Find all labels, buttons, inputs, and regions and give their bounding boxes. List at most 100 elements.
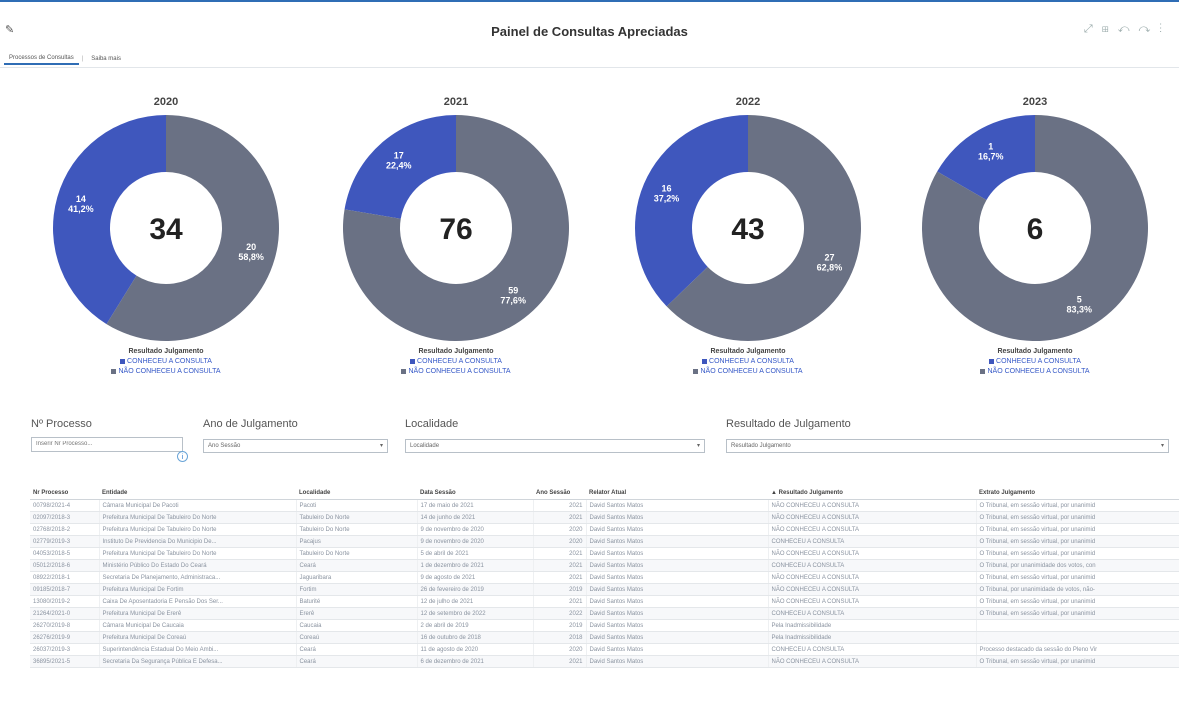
- table-cell: David Santos Matos: [586, 655, 769, 668]
- table-cell: O Tribunal, em sessão virtual, por unani…: [976, 655, 1179, 668]
- column-header[interactable]: Ano Sessão: [533, 486, 586, 500]
- table-cell: O Tribunal, por unanimidade dos votos, c…: [976, 559, 1179, 572]
- table-cell: Prefeitura Municipal De Coreaú: [99, 631, 297, 644]
- table-row[interactable]: 13080/2019-2 Caixa De Aposentadoria E Pen…: [30, 595, 1179, 608]
- table-cell: Pela Inadmissibilidade: [768, 619, 977, 632]
- grid-icon[interactable]: ⊞: [1102, 23, 1118, 35]
- table-row[interactable]: 04053/2018-5 Prefeitura Municipal De Tabu…: [30, 547, 1179, 560]
- legend-item-conheceu[interactable]: CONHECEU A CONSULTA: [326, 357, 586, 367]
- table-cell: O Tribunal, em sessão virtual, por unani…: [976, 547, 1179, 560]
- table-row[interactable]: 02097/2018-3 Prefeitura Municipal De Tabu…: [30, 511, 1179, 524]
- legend-swatch: [111, 368, 117, 374]
- table-row[interactable]: 26037/2019-3 Superintendência Estadual Do…: [30, 643, 1179, 656]
- column-header[interactable]: Localidade: [296, 486, 417, 500]
- table-cell: 12 de setembro de 2022: [417, 607, 534, 620]
- table-header-row: Nr Processo Entidade Localidade Data Ses…: [30, 486, 1179, 500]
- table-cell: 21264/2021-0: [30, 607, 100, 620]
- table-cell: Pacajus: [296, 535, 418, 548]
- slice-conheceu[interactable]: [635, 115, 748, 307]
- table-cell: CONHECEU A CONSULTA: [768, 559, 977, 572]
- legend-item-nao-conheceu[interactable]: NÃO CONHECEU A CONSULTA: [36, 367, 296, 377]
- table-cell: NÃO CONHECEU A CONSULTA: [768, 523, 977, 536]
- legend-label: NÃO CONHECEU A CONSULTA: [408, 368, 511, 375]
- resultado-select[interactable]: Resultado Julgamento ▾: [726, 439, 1169, 453]
- tab-processos[interactable]: Processos de Consultas: [4, 53, 79, 65]
- legend-item-nao-conheceu[interactable]: NÃO CONHECEU A CONSULTA: [618, 367, 878, 377]
- table-cell: David Santos Matos: [586, 559, 769, 572]
- legend-item-conheceu[interactable]: CONHECEU A CONSULTA: [36, 357, 296, 367]
- legend-label: CONHECEU A CONSULTA: [127, 358, 212, 365]
- donut-chart-2021: 2021 17 22,4% 59 77,6% 76 Resultado Julgamen…: [326, 88, 586, 398]
- legend-title: Resultado Julgamento: [418, 348, 494, 355]
- legend-item-nao-conheceu[interactable]: NÃO CONHECEU A CONSULTA: [905, 367, 1165, 377]
- table-row[interactable]: 36895/2021-5 Secretaria Da Segurança Públ…: [30, 655, 1179, 668]
- legend-label: CONHECEU A CONSULTA: [996, 358, 1081, 365]
- table-row[interactable]: 08922/2018-1 Secretaria De Planejamento, …: [30, 571, 1179, 584]
- table-cell: 11 de agosto de 2020: [417, 643, 534, 656]
- table-cell: 26037/2019-3: [30, 643, 100, 656]
- table-cell: 36895/2021-5: [30, 655, 100, 668]
- donut-total: 6: [1027, 213, 1044, 246]
- expand-icon[interactable]: ⤢: [1084, 23, 1102, 35]
- chart-title: 2023: [1022, 96, 1048, 108]
- donut-svg: 16 37,2% 27 62,8% 43: [635, 115, 861, 341]
- table-row[interactable]: 02768/2018-2 Prefeitura Municipal De Tabu…: [30, 523, 1179, 536]
- table-cell: Caixa De Aposentadoria E Pensão Dos Ser.…: [99, 595, 297, 608]
- table-cell: O Tribunal, em sessão virtual, por unani…: [976, 595, 1179, 608]
- chevron-down-icon: ▾: [379, 443, 383, 449]
- undo-icon[interactable]: ↶: [1118, 23, 1139, 35]
- toolbar: ⤢⊞↶↷⋮: [1084, 23, 1171, 36]
- column-header[interactable]: Entidade: [99, 486, 296, 500]
- table-row[interactable]: 00798/2021-4 Câmara Municipal De Pacoti Pa…: [30, 499, 1179, 512]
- table-cell: David Santos Matos: [586, 607, 769, 620]
- column-header[interactable]: Data Sessão: [417, 486, 533, 500]
- table-cell: 2018: [533, 631, 587, 644]
- processo-search-input[interactable]: [31, 437, 183, 452]
- column-header-label: Resultado Julgamento: [778, 489, 843, 496]
- table-cell: Tabuleiro Do Norte: [296, 523, 418, 536]
- table-row[interactable]: 26276/2019-9 Prefeitura Municipal De Core…: [30, 631, 1179, 644]
- legend-item-conheceu[interactable]: CONHECEU A CONSULTA: [618, 357, 878, 367]
- table-cell: O Tribunal, por unanimidade de votos, nã…: [976, 583, 1179, 596]
- table-row[interactable]: 02779/2019-3 Instituto De Previdencia Do …: [30, 535, 1179, 548]
- table-cell: CONHECEU A CONSULTA: [768, 535, 977, 548]
- legend-item-nao-conheceu[interactable]: NÃO CONHECEU A CONSULTA: [326, 367, 586, 377]
- legend-swatch: [702, 358, 708, 364]
- table-cell: 2021: [533, 571, 587, 584]
- top-accent-line: [0, 0, 1179, 2]
- table-cell: David Santos Matos: [586, 643, 769, 656]
- resultado-select-value: Resultado Julgamento: [731, 443, 791, 449]
- table-cell: O Tribunal, em sessão virtual, por unani…: [976, 523, 1179, 536]
- more-icon[interactable]: ⋮: [1159, 23, 1171, 35]
- donut-svg: 1 16,7% 5 83,3% 6: [922, 115, 1148, 341]
- column-header[interactable]: ▲ Resultado Julgamento: [768, 486, 976, 500]
- table-cell: 04053/2018-5: [30, 547, 100, 560]
- slice-value: 5: [1077, 295, 1082, 305]
- slice-value: 20: [246, 242, 256, 252]
- column-header[interactable]: Extrato Julgamento: [976, 486, 1179, 500]
- table-cell: 9 de novembro de 2020: [417, 535, 534, 548]
- donut-chart-2023: 2023 1 16,7% 5 83,3% 6 Resultado Julgamento …: [905, 88, 1165, 398]
- table-cell: 12 de julho de 2021: [417, 595, 534, 608]
- table-cell: 2020: [533, 535, 587, 548]
- table-cell: 05012/2018-6: [30, 559, 100, 572]
- table-cell: 5 de abril de 2021: [417, 547, 534, 560]
- table-cell: [976, 631, 1179, 644]
- table-row[interactable]: 26270/2019-8 Câmara Municipal De Caucaia C…: [30, 619, 1179, 632]
- tab-saiba-mais[interactable]: Saiba mais: [86, 54, 126, 64]
- table-row[interactable]: 05012/2018-6 Ministério Público Do Estado…: [30, 559, 1179, 572]
- legend-title: Resultado Julgamento: [997, 348, 1073, 355]
- slice-value: 14: [76, 194, 86, 204]
- table-cell: Prefeitura Municipal De Ererê: [99, 607, 297, 620]
- column-header[interactable]: Relator Atual: [586, 486, 768, 500]
- redo-icon[interactable]: ↷: [1138, 23, 1159, 35]
- table-row[interactable]: 21264/2021-0 Prefeitura Municipal De Erer…: [30, 607, 1179, 620]
- table-cell: 9 de agosto de 2021: [417, 571, 534, 584]
- localidade-select[interactable]: Localidade ▾: [405, 439, 705, 453]
- ano-select[interactable]: Ano Sessão ▾: [203, 439, 388, 453]
- info-icon[interactable]: i: [177, 451, 188, 462]
- column-header[interactable]: Nr Processo: [30, 486, 99, 500]
- legend-item-conheceu[interactable]: CONHECEU A CONSULTA: [905, 357, 1165, 367]
- table-row[interactable]: 09185/2018-7 Prefeitura Municipal De Fort…: [30, 583, 1179, 596]
- table-cell: 26270/2019-8: [30, 619, 100, 632]
